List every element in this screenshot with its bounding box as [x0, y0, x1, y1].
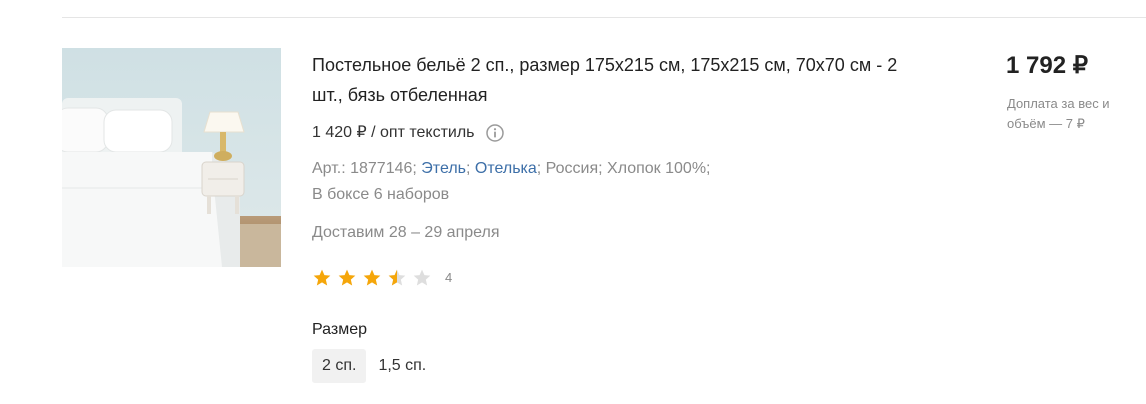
- top-divider: [62, 17, 1146, 18]
- product-title[interactable]: Постельное бельё 2 сп., размер 175х215 с…: [312, 50, 912, 110]
- info-icon[interactable]: [485, 124, 504, 142]
- star-icon: [363, 269, 381, 286]
- delivery-date: Доставим 28 – 29 апреля: [312, 224, 500, 241]
- size-options: 2 сп. 1,5 сп.: [312, 349, 438, 383]
- weight-volume-surcharge: Доплата за вес и объём — 7 ₽: [1007, 96, 1110, 131]
- meta-country-material: ; Россия; Хлопок 100%;: [536, 160, 711, 177]
- brand-link[interactable]: Этель: [421, 160, 466, 177]
- star-empty-icon: [413, 269, 431, 286]
- meta-line-1: Арт.: 1877146; Этель; Отелька; Россия; Х…: [312, 156, 872, 182]
- supplier-price: 1 420 ₽ / опт текстиль: [312, 121, 504, 145]
- collection-link[interactable]: Отелька: [475, 160, 537, 177]
- product-image[interactable]: [62, 48, 281, 267]
- rating[interactable]: 4: [312, 268, 452, 288]
- supplier-price-text: 1 420 ₽ / опт текстиль: [312, 124, 475, 141]
- product-price: 1 792 ₽: [1006, 52, 1088, 79]
- meta-line-2: В боксе 6 наборов: [312, 186, 450, 203]
- size-option-2sp[interactable]: 2 сп.: [312, 349, 367, 383]
- star-half-icon: [388, 269, 406, 286]
- meta-separator: ;: [465, 160, 471, 177]
- rating-count[interactable]: 4: [445, 268, 452, 288]
- size-option-1-5sp[interactable]: 1,5 сп.: [368, 349, 436, 383]
- star-icon: [338, 269, 356, 286]
- size-label: Размер: [312, 321, 367, 338]
- article-number: Арт.: 1877146;: [312, 160, 417, 177]
- star-icon: [313, 269, 331, 286]
- product-meta: Арт.: 1877146; Этель; Отелька; Россия; Х…: [312, 156, 872, 208]
